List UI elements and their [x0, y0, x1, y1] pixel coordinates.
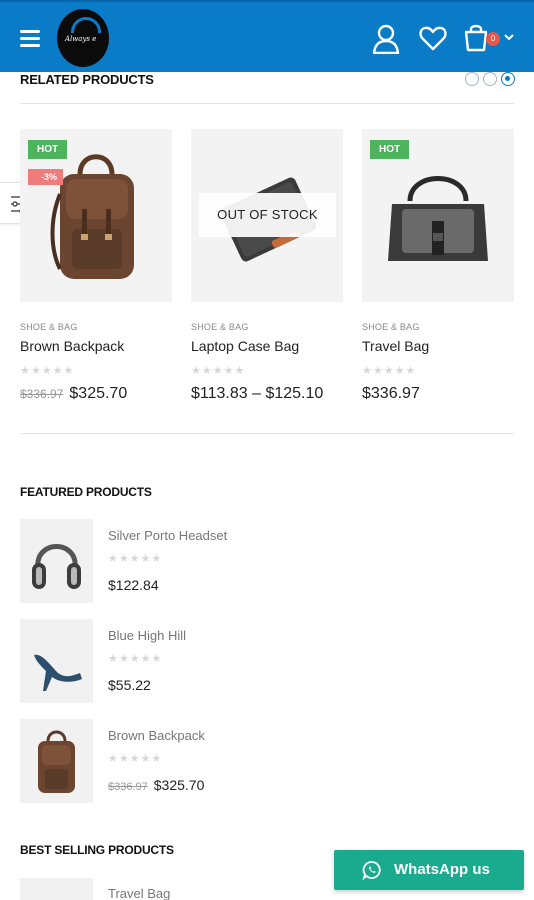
- list-item[interactable]: Blue High Hill ★★★★★ $55.22: [20, 619, 500, 703]
- current-price: $325.70: [153, 777, 205, 793]
- product-card[interactable]: HOT -3% SHOE & BAG Brown Backpack ★★★★★ …: [20, 129, 172, 403]
- product-name[interactable]: Laptop Case Bag: [191, 338, 343, 354]
- current-price: $325.70: [69, 385, 128, 402]
- whatsapp-button[interactable]: WhatsApp us: [334, 850, 524, 890]
- product-price: $336.97 $325.70: [108, 777, 204, 793]
- product-name[interactable]: Brown Backpack: [108, 728, 205, 743]
- user-icon[interactable]: [372, 24, 400, 54]
- best-selling-title: BEST SELLING PRODUCTS: [20, 843, 174, 857]
- old-price: $336.97: [20, 387, 64, 401]
- cart-count-badge: 0: [486, 32, 500, 46]
- product-image[interactable]: HOT -3%: [20, 129, 172, 302]
- rating-stars: ★★★★★: [20, 365, 75, 377]
- product-name[interactable]: Travel Bag: [362, 338, 514, 354]
- out-of-stock-overlay: OUT OF STOCK: [199, 193, 336, 237]
- product-image[interactable]: HOT: [362, 129, 514, 302]
- heart-icon[interactable]: [419, 24, 447, 52]
- product-thumbnail[interactable]: [20, 719, 93, 803]
- product-card[interactable]: OUT OF STOCK SHOE & BAG Laptop Case Bag …: [191, 129, 343, 403]
- site-logo[interactable]: Always e: [57, 9, 109, 67]
- headset-image: [32, 544, 81, 589]
- site-header: Always e 0: [0, 0, 534, 72]
- chevron-down-icon[interactable]: [503, 32, 515, 42]
- rating-stars: ★★★★★: [108, 753, 163, 765]
- rating-stars: ★★★★★: [108, 653, 163, 665]
- product-price: $336.97 $325.70: [20, 385, 172, 403]
- product-thumbnail[interactable]: [20, 519, 93, 603]
- product-name[interactable]: Brown Backpack: [20, 338, 172, 354]
- carousel-dot[interactable]: [465, 72, 479, 86]
- section-divider: [20, 103, 514, 104]
- discount-badge: -3%: [28, 169, 64, 185]
- product-image[interactable]: OUT OF STOCK: [191, 129, 343, 302]
- hot-badge: HOT: [28, 140, 68, 159]
- product-thumbnail[interactable]: [20, 619, 93, 703]
- product-category[interactable]: SHOE & BAG: [362, 322, 514, 332]
- hot-badge: HOT: [370, 140, 410, 159]
- rating-stars: ★★★★★: [362, 365, 417, 377]
- product-name[interactable]: Silver Porto Headset: [108, 528, 227, 543]
- old-price: $336.97: [108, 781, 148, 793]
- product-price: $122.84: [108, 577, 159, 593]
- logo-text: Always e: [65, 35, 97, 43]
- section-divider: [20, 433, 514, 434]
- menu-icon[interactable]: [20, 30, 40, 48]
- rating-stars: ★★★★★: [191, 365, 246, 377]
- carousel-dot[interactable]: [483, 72, 497, 86]
- product-category[interactable]: SHOE & BAG: [191, 322, 343, 332]
- related-products-title: RELATED PRODUCTS: [20, 72, 154, 87]
- high-heel-image: [34, 654, 82, 691]
- product-thumbnail[interactable]: [20, 878, 93, 900]
- whatsapp-label: WhatsApp us: [394, 861, 490, 878]
- featured-products-title: FEATURED PRODUCTS: [20, 485, 152, 499]
- list-item[interactable]: Silver Porto Headset ★★★★★ $122.84: [20, 519, 500, 603]
- list-item[interactable]: Brown Backpack ★★★★★ $336.97 $325.70: [20, 719, 500, 803]
- product-name[interactable]: Travel Bag: [108, 886, 170, 900]
- rating-stars: ★★★★★: [108, 553, 163, 565]
- whatsapp-icon: [362, 861, 381, 880]
- product-card[interactable]: HOT SHOE & BAG Travel Bag ★★★★★ $336.97: [362, 129, 514, 403]
- backpack-image: [38, 730, 75, 793]
- product-category[interactable]: SHOE & BAG: [20, 322, 172, 332]
- product-price: $336.97: [362, 385, 420, 402]
- product-name[interactable]: Blue High Hill: [108, 628, 186, 643]
- carousel-dot-active[interactable]: [501, 72, 515, 86]
- product-price: $55.22: [108, 677, 151, 693]
- product-price: $113.83 – $125.10: [191, 385, 324, 402]
